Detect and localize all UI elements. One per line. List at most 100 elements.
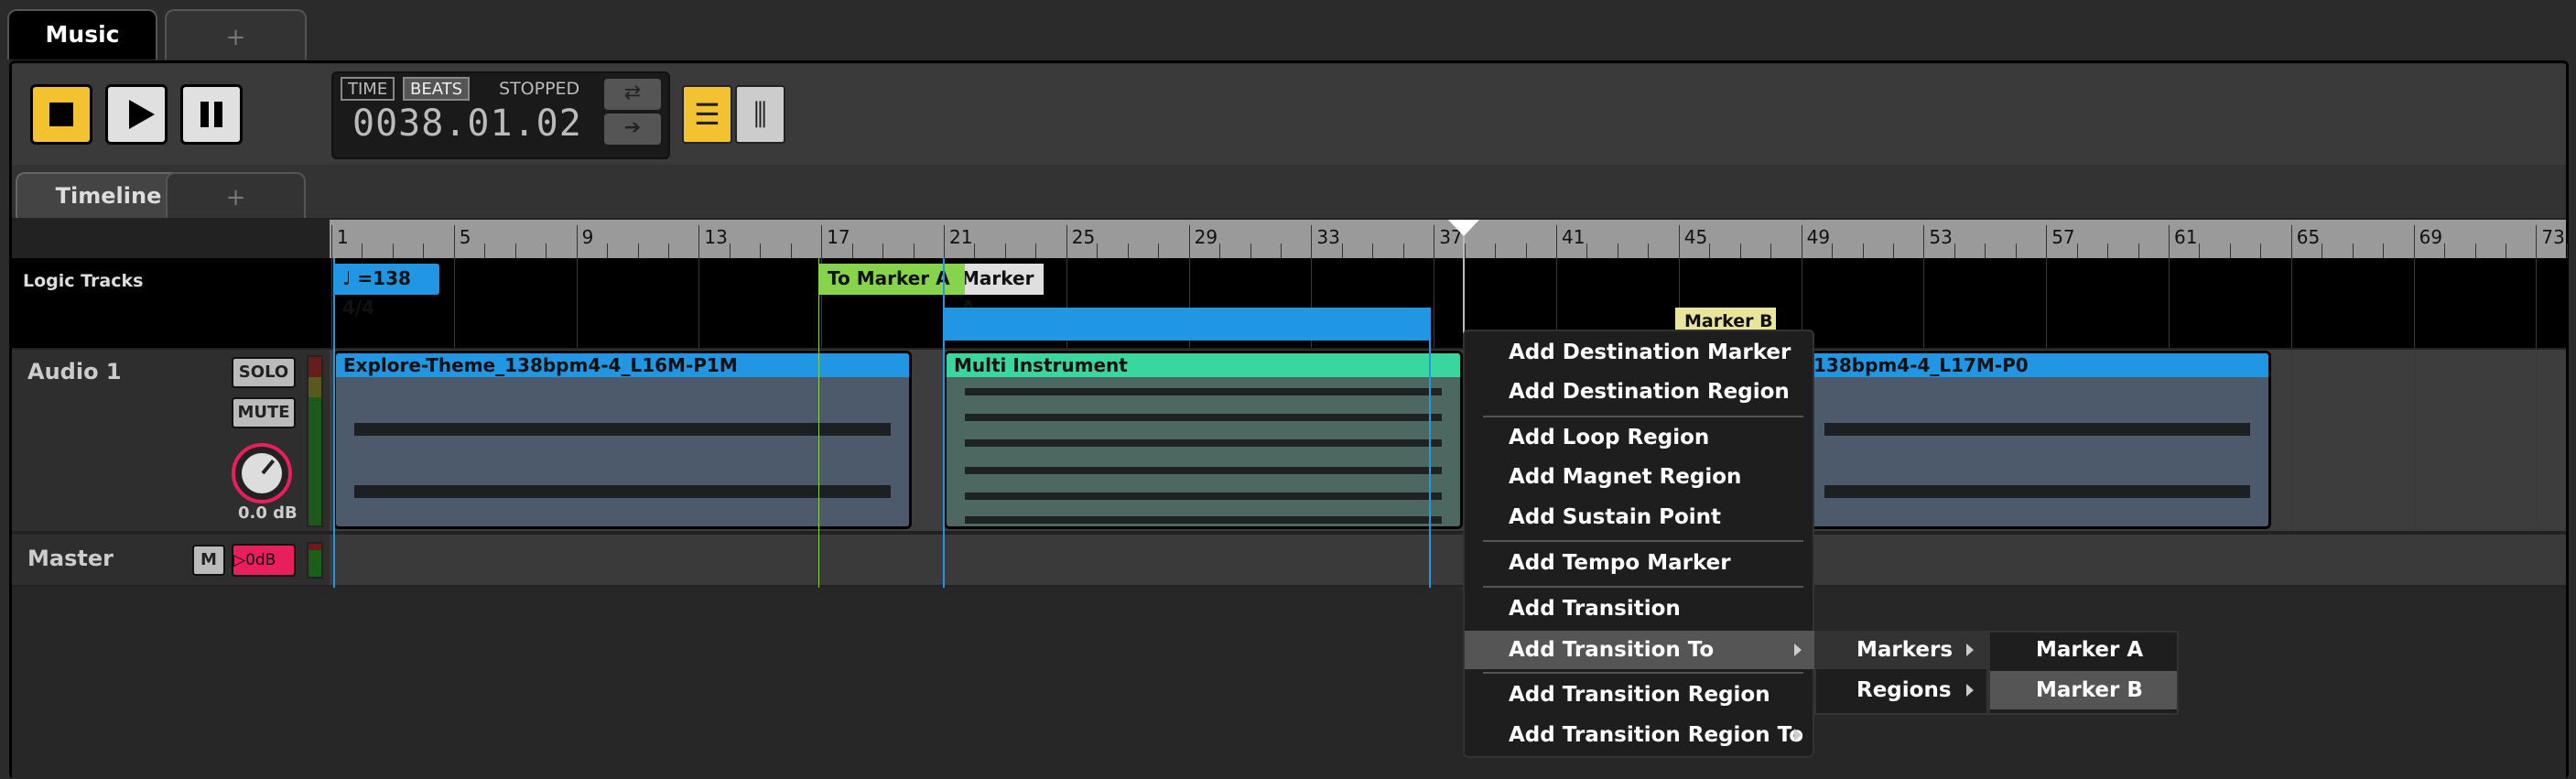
playhead-handle[interactable] xyxy=(1448,220,1479,236)
ruler-subtick xyxy=(1954,243,1955,258)
grid-line xyxy=(331,535,332,585)
ruler-tick xyxy=(1678,225,1680,258)
play-button[interactable] xyxy=(105,84,168,145)
ruler-subtick xyxy=(1586,243,1588,258)
ruler-bar-label: 65 xyxy=(2296,226,2321,248)
menu-add-tempo-marker[interactable]: Add Tempo Marker xyxy=(1465,544,1814,582)
menu-add-transition-region-to[interactable]: Add Transition Region To xyxy=(1465,716,1814,754)
ruler-bar-label: 57 xyxy=(2051,226,2075,248)
master-volume[interactable]: ▷0dB xyxy=(232,544,296,577)
grid-line xyxy=(331,258,332,348)
ruler-subtick xyxy=(1127,243,1129,258)
ruler-subtick xyxy=(423,243,425,258)
ruler-subtick xyxy=(2383,243,2385,258)
level-meter xyxy=(307,355,323,527)
tempo-marker[interactable]: ♩ =138 4/4 xyxy=(333,264,439,319)
timeline-add-tab-button[interactable]: + xyxy=(166,172,306,218)
ruler-tick xyxy=(1066,225,1067,258)
tab-music[interactable]: Music xyxy=(7,9,157,60)
grid-line xyxy=(2046,535,2048,585)
ruler-bar-label: 13 xyxy=(704,226,728,248)
ruler-subtick xyxy=(1402,243,1404,258)
solo-button[interactable]: SOLO xyxy=(232,357,296,388)
menu-add-transition-to[interactable]: Add Transition To xyxy=(1465,631,1814,669)
grid-line xyxy=(2290,535,2292,585)
ruler-subtick xyxy=(1985,243,1986,258)
ruler-bar-label: 17 xyxy=(827,226,850,248)
menu-add-destination-region[interactable]: Add Destination Region xyxy=(1465,373,1814,411)
clock-beats-toggle[interactable]: BEATS xyxy=(403,77,471,101)
ruler-bar-label: 61 xyxy=(2174,226,2198,248)
ruler-bar-label: 69 xyxy=(2419,226,2443,248)
audio-clip[interactable]: Explore-Theme_138bpm4-4_L16M-P1M xyxy=(333,351,912,529)
clock-time-toggle[interactable]: TIME xyxy=(341,77,395,101)
ruler-subtick xyxy=(1219,243,1221,258)
submenu-marker-b[interactable]: Marker B xyxy=(1990,671,2177,709)
ruler-subtick xyxy=(1097,243,1099,258)
ruler-subtick xyxy=(1739,243,1741,258)
ruler-tick xyxy=(2413,225,2415,258)
grid-line xyxy=(453,535,455,585)
clip-waveform xyxy=(336,377,909,526)
ruler-subtick xyxy=(1372,243,1374,258)
ruler-tick xyxy=(576,225,578,258)
ruler-subtick xyxy=(1648,243,1650,258)
ruler-tick xyxy=(453,225,455,258)
menu-separator xyxy=(1483,586,1803,588)
ruler-subtick xyxy=(1770,243,1772,258)
ruler-bar-label: 21 xyxy=(949,226,973,248)
ruler-subtick xyxy=(913,243,915,258)
ruler-subtick xyxy=(1862,243,1864,258)
ruler-subtick xyxy=(1341,243,1343,258)
grid-line xyxy=(2536,350,2538,531)
ruler-subtick xyxy=(2076,243,2078,258)
submenu-regions[interactable]: Regions xyxy=(1816,671,1986,709)
ruler-bar-label: 9 xyxy=(581,226,594,248)
menu-add-transition-region[interactable]: Add Transition Region xyxy=(1465,676,1814,714)
submenu-markers[interactable]: Markers xyxy=(1816,631,1986,669)
grid-line xyxy=(698,535,700,585)
menu-add-destination-marker[interactable]: Add Destination Marker xyxy=(1465,333,1814,372)
ruler-subtick xyxy=(1892,243,1894,258)
ruler-bar-label: 25 xyxy=(1071,226,1096,248)
ruler-subtick xyxy=(1525,243,1527,258)
grid-line xyxy=(1066,535,1067,585)
arrow-right-icon[interactable]: ➔ xyxy=(604,114,661,145)
grid-line xyxy=(2536,258,2538,348)
mixer-view-icon[interactable]: ⫼ xyxy=(735,85,785,144)
grid-line xyxy=(2046,258,2048,348)
menu-add-magnet-region[interactable]: Add Magnet Region xyxy=(1465,458,1814,496)
ruler-tick xyxy=(331,225,332,258)
ruler-bar-label: 5 xyxy=(459,226,471,248)
ruler-subtick xyxy=(362,243,363,258)
loop-region[interactable] xyxy=(943,308,1431,341)
audio-clip[interactable]: 138bpm4-4_L17M-P0 xyxy=(1803,351,2271,529)
list-view-icon[interactable]: ☰ xyxy=(682,85,732,144)
ruler-subtick xyxy=(2138,243,2139,258)
ruler-bar-label: 33 xyxy=(1316,226,1340,248)
transport-status: STOPPED xyxy=(499,79,580,99)
ruler-tick xyxy=(1188,225,1190,258)
multi-instrument-clip[interactable]: Multi Instrument xyxy=(944,351,1463,529)
loop-icon[interactable]: ⇄ xyxy=(604,79,661,110)
ruler-subtick xyxy=(2566,243,2568,258)
master-mute-button[interactable]: M xyxy=(192,545,225,576)
ruler-subtick xyxy=(2015,243,2017,258)
menu-add-sustain-point[interactable]: Add Sustain Point xyxy=(1465,498,1814,536)
menu-separator xyxy=(1483,416,1803,417)
mute-button[interactable]: MUTE xyxy=(232,397,296,428)
pause-button[interactable] xyxy=(180,84,243,145)
chevron-right-icon xyxy=(1966,684,1974,697)
chevron-right-icon xyxy=(1966,644,1974,656)
menu-separator xyxy=(1483,540,1803,542)
ruler-tick xyxy=(698,225,700,258)
tab-add-button[interactable]: + xyxy=(165,9,307,60)
menu-add-loop-region[interactable]: Add Loop Region xyxy=(1465,418,1814,457)
menu-add-transition[interactable]: Add Transition xyxy=(1465,590,1814,628)
stop-button[interactable] xyxy=(30,84,92,145)
marker-a[interactable]: Marker A xyxy=(952,264,1044,319)
submenu-marker-a[interactable]: Marker A xyxy=(1990,631,2177,669)
ruler-subtick xyxy=(1004,243,1006,258)
ruler-bar-label: 45 xyxy=(1683,226,1708,248)
ruler-subtick xyxy=(974,243,976,258)
